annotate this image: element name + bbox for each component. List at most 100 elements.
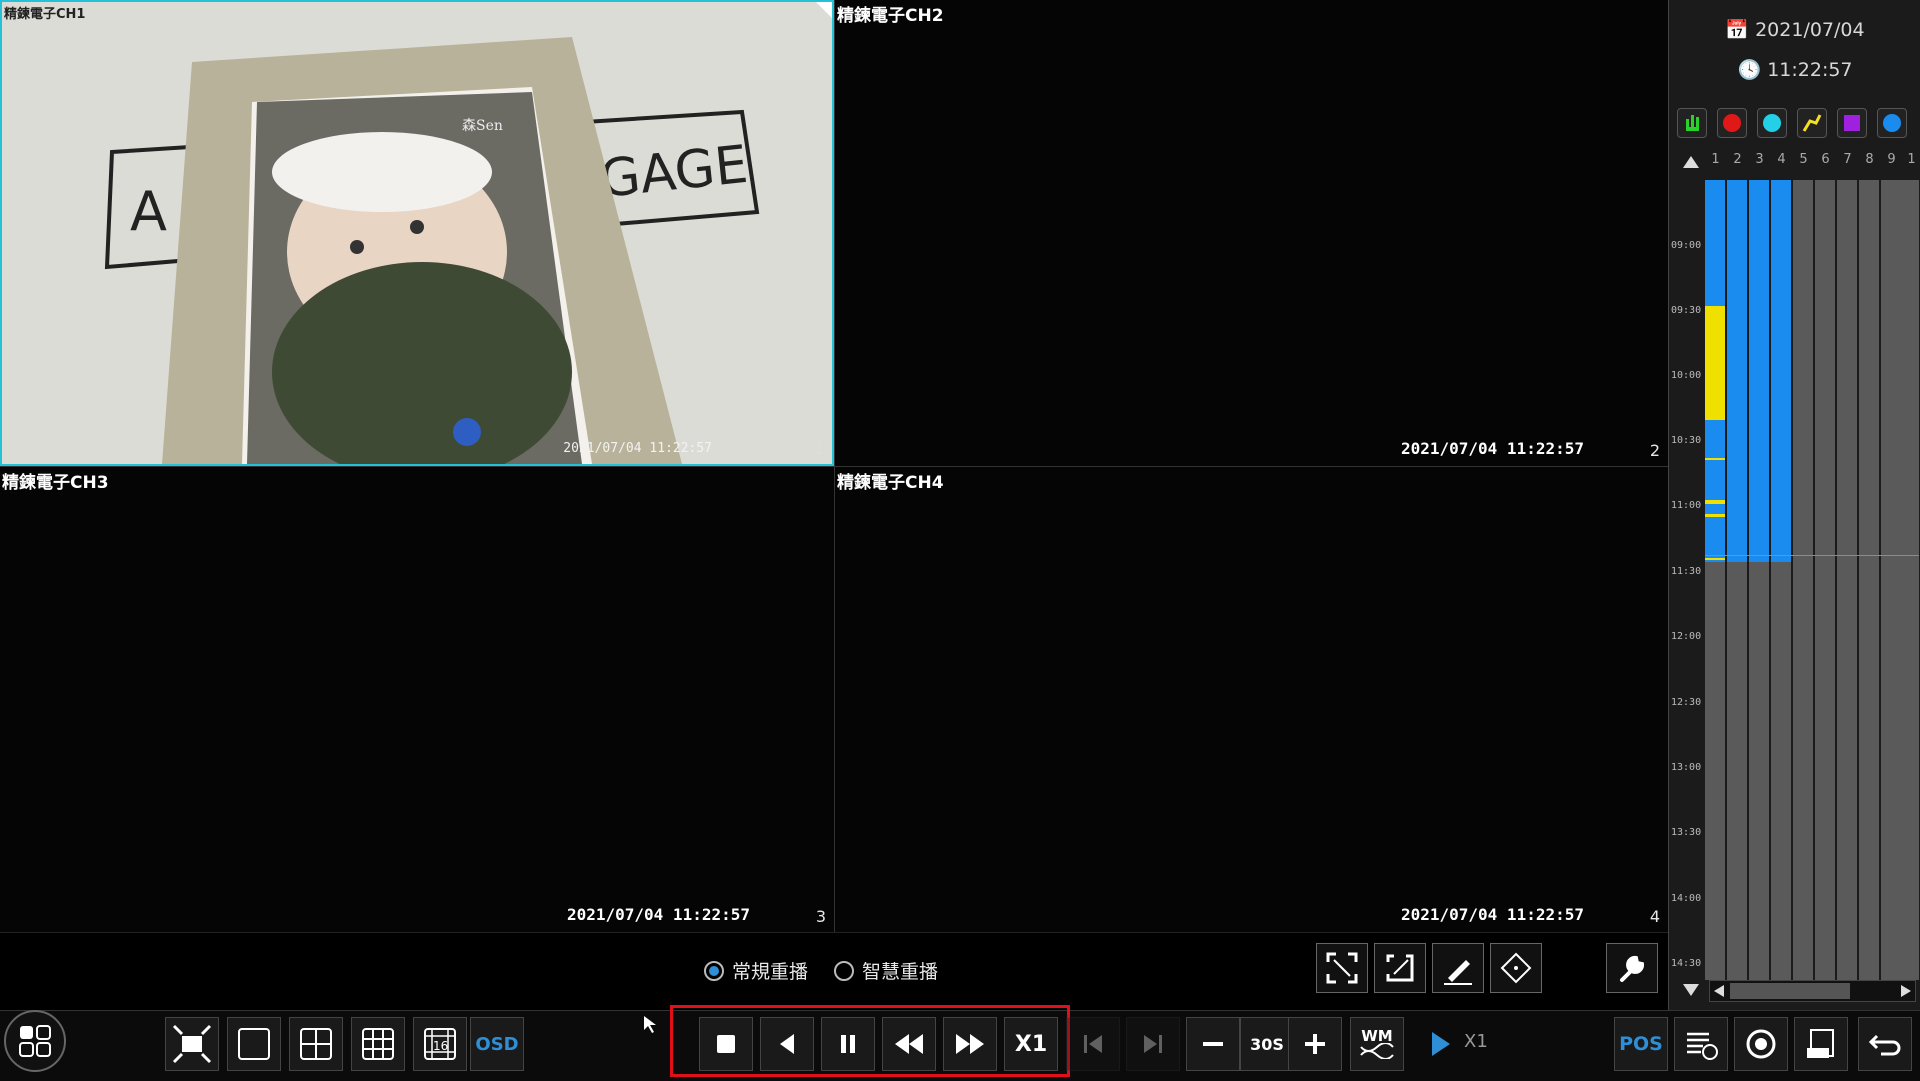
intelligent-record-icon[interactable] <box>1837 108 1867 138</box>
frame-letter-a: A <box>130 180 167 243</box>
timeline-channel-1[interactable] <box>1705 180 1725 980</box>
return-arrow-icon <box>1868 1034 1901 1056</box>
record-list-button[interactable] <box>1674 1017 1728 1071</box>
camera-tile-4[interactable]: 精鍊電子CH4 2021/07/04 11:22:57 4 <box>834 466 1668 932</box>
channel-number: 3 <box>815 907 826 926</box>
pause-button[interactable] <box>821 1017 875 1071</box>
scrollbar-thumb[interactable] <box>1730 983 1850 999</box>
scroll-left-icon[interactable] <box>1714 985 1724 997</box>
fast-forward-button[interactable] <box>943 1017 997 1071</box>
diamond-arrows-icon <box>1500 952 1532 984</box>
layout-9-button[interactable] <box>351 1017 405 1071</box>
channel-header: 3 <box>1755 152 1764 167</box>
jump-interval-button[interactable]: 30S <box>1240 1017 1294 1071</box>
svg-text:16: 16 <box>433 1039 448 1053</box>
schedule-record-icon[interactable] <box>1877 108 1907 138</box>
watermark-label: WM <box>1361 1027 1393 1045</box>
edit-clip-button[interactable] <box>1432 943 1484 993</box>
time-label: 14:00 <box>1671 893 1702 904</box>
jump-forward-button[interactable] <box>1288 1017 1342 1071</box>
channel-timestamp: 2021/07/04 11:22:57 <box>1400 439 1584 458</box>
jump-back-button[interactable] <box>1186 1017 1240 1071</box>
playback-cursor[interactable] <box>1705 555 1919 556</box>
channel-timestamp: 2021/07/04 11:22:57 <box>563 441 712 456</box>
layout-16-button[interactable]: 16 <box>413 1017 467 1071</box>
radio-selected-dot[interactable] <box>704 960 724 981</box>
smart-playback-radio[interactable]: 智慧重播 <box>834 957 938 984</box>
motion-record-icon[interactable] <box>1797 108 1827 138</box>
timeline-channel-9[interactable] <box>1881 180 1901 980</box>
channel-title: 精鍊電子CH4 <box>837 473 944 493</box>
timeline-channel-3[interactable] <box>1749 180 1769 980</box>
layout-4-button[interactable] <box>289 1017 343 1071</box>
pos-button[interactable]: POS <box>1614 1017 1668 1071</box>
snapshot-button[interactable] <box>1734 1017 1788 1071</box>
backup-button[interactable] <box>1794 1017 1848 1071</box>
alarm-record-icon[interactable] <box>1717 108 1747 138</box>
reverse-play-button[interactable] <box>760 1017 814 1071</box>
timeline-channel-5[interactable] <box>1793 180 1813 980</box>
slow-play-icon[interactable] <box>1432 1032 1450 1056</box>
wrench-icon <box>1620 955 1645 982</box>
timeline-channel-10[interactable] <box>1901 180 1919 980</box>
timeline-channel-6[interactable] <box>1815 180 1835 980</box>
camera-tile-3[interactable]: 精鍊電子CH3 2021/07/04 11:22:57 3 <box>0 466 834 932</box>
camera-tile-1[interactable]: A GAGE 森Sen 精鍊電子CH1 2021/07/04 11:22:57 … <box>0 0 834 466</box>
channel-header: 1 <box>1711 152 1720 167</box>
timeline-channel-4[interactable] <box>1771 180 1791 980</box>
time-label: 10:00 <box>1671 370 1702 381</box>
stop-button[interactable] <box>699 1017 753 1071</box>
channel-timestamp: 2021/07/04 11:22:57 <box>566 905 750 924</box>
timeline-channel-2[interactable] <box>1727 180 1747 980</box>
quad-view-icon <box>300 1028 332 1060</box>
time-text: 11:22:57 <box>1767 59 1853 81</box>
zoom-expand-button[interactable] <box>1316 943 1368 993</box>
watermark-wave-icon <box>1360 1043 1394 1059</box>
time-label: 12:00 <box>1671 631 1702 642</box>
scroll-down-icon[interactable] <box>1683 984 1699 996</box>
layout-1-button[interactable] <box>227 1017 281 1071</box>
fullscreen-button[interactable] <box>165 1017 219 1071</box>
channel-header: 5 <box>1799 152 1808 167</box>
channel-number: 4 <box>1649 907 1660 926</box>
prev-frame-button[interactable] <box>1066 1017 1120 1071</box>
time-label: 10:30 <box>1671 435 1702 446</box>
camera-tile-2[interactable]: 精鍊電子CH2 2021/07/04 11:22:57 2 <box>834 0 1668 466</box>
zoom-expand-icon <box>1326 952 1358 984</box>
playback-speed-button[interactable]: X1 <box>1004 1017 1058 1071</box>
scroll-up-icon[interactable] <box>1683 156 1699 168</box>
normal-playback-radio[interactable]: 常規重播 <box>704 957 808 984</box>
smart-playback-label: 智慧重播 <box>862 961 939 983</box>
timeline-panel: 📅 2021/07/04 🕓 11:22:57 1 2 3 4 5 6 7 8 … <box>1668 0 1920 1010</box>
exit-button[interactable] <box>1858 1017 1912 1071</box>
ptz-button[interactable] <box>1490 943 1542 993</box>
timeline-channel-7[interactable] <box>1837 180 1857 980</box>
crop-button[interactable] <box>1374 943 1426 993</box>
face-record-icon[interactable] <box>1757 108 1787 138</box>
channel-timestamp: 2021/07/04 11:22:57 <box>1400 905 1584 924</box>
timeline-channel-8[interactable] <box>1859 180 1879 980</box>
stop-icon <box>717 1035 735 1053</box>
camera-1-feed: A GAGE 森Sen <box>2 2 832 464</box>
slow-speed-label: X1 <box>1464 1031 1488 1052</box>
time-label: 11:30 <box>1671 566 1702 577</box>
main-menu-button[interactable] <box>4 1010 66 1072</box>
time-label: 09:00 <box>1671 240 1702 251</box>
pause-icon <box>841 1035 855 1053</box>
scroll-right-icon[interactable] <box>1901 985 1911 997</box>
osd-button[interactable]: OSD <box>470 1017 524 1071</box>
plus-icon <box>1305 1034 1325 1054</box>
pen-icon <box>1444 960 1472 985</box>
rewind-button[interactable] <box>882 1017 936 1071</box>
next-frame-button[interactable] <box>1126 1017 1180 1071</box>
manual-record-icon[interactable] <box>1677 108 1707 138</box>
photo-signature: 森Sen <box>462 118 503 134</box>
camera-lens-icon <box>1746 1029 1776 1059</box>
horizontal-scrollbar[interactable] <box>1709 980 1916 1002</box>
next-frame-icon <box>1144 1035 1162 1053</box>
settings-button[interactable] <box>1606 943 1658 993</box>
normal-playback-label: 常規重播 <box>732 961 809 983</box>
radio-empty-dot[interactable] <box>834 960 854 981</box>
channel-header: 1 <box>1907 152 1916 167</box>
watermark-button[interactable]: WM <box>1350 1017 1404 1071</box>
